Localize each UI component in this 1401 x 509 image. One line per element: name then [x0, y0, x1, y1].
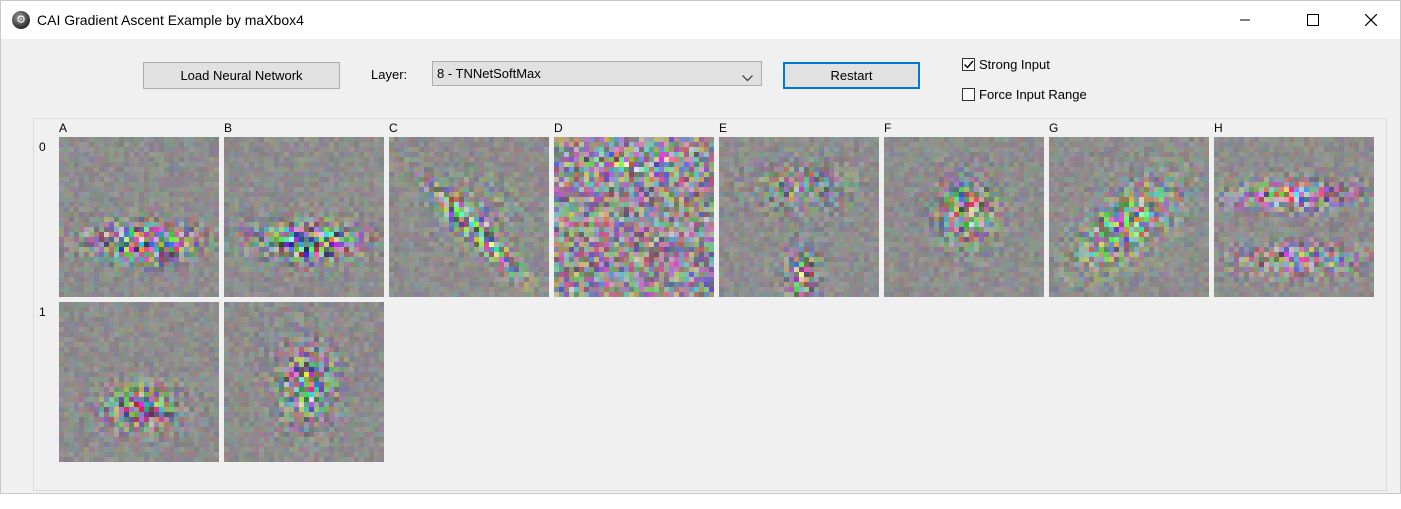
column-label-c: C: [389, 121, 398, 135]
minimize-icon[interactable]: [1222, 1, 1268, 39]
maximize-icon[interactable]: [1290, 1, 1336, 39]
strong-input-label: Strong Input: [979, 57, 1050, 72]
strong-input-check-icon[interactable]: [962, 58, 975, 71]
layer-label: Layer:: [371, 67, 408, 82]
column-label-a: A: [59, 121, 68, 135]
load-network-button[interactable]: Load Neural Network: [143, 62, 340, 89]
row-label-1: 1: [39, 305, 46, 319]
neuron-image-0-e: [719, 137, 879, 297]
column-label-g: G: [1049, 121, 1059, 135]
column-label-h: H: [1214, 121, 1223, 135]
main-window: ⚙ CAI Gradient Ascent Example by maXbox4…: [0, 0, 1401, 494]
neuron-image-0-h: [1214, 137, 1374, 297]
neuron-image-0-g: [1049, 137, 1209, 297]
window-title: CAI Gradient Ascent Example by maXbox4: [37, 12, 304, 28]
close-icon[interactable]: [1348, 1, 1394, 39]
neuron-image-0-f: [884, 137, 1044, 297]
row-label-0: 0: [39, 140, 46, 154]
force-input-range-checkbox[interactable]: Force Input Range: [962, 87, 1087, 102]
column-label-f: F: [884, 121, 892, 135]
column-label-b: B: [224, 121, 233, 135]
neuron-image-0-d: [554, 137, 714, 297]
neuron-image-1-b: [224, 302, 384, 462]
restart-button[interactable]: Restart: [783, 62, 920, 89]
force-input-range-label: Force Input Range: [979, 87, 1087, 102]
column-label-d: D: [554, 121, 563, 135]
neuron-image-1-a: [59, 302, 219, 462]
neuron-image-0-c: [389, 137, 549, 297]
force-range-check-icon[interactable]: [962, 88, 975, 101]
neuron-image-0-a: [59, 137, 219, 297]
strong-input-checkbox[interactable]: Strong Input: [962, 57, 1050, 72]
layer-select-value: 8 - TNNetSoftMax: [437, 66, 541, 81]
status-strip: [0, 494, 1401, 509]
neuron-image-0-b: [224, 137, 384, 297]
chevron-down-icon: [742, 70, 753, 85]
app-gear-icon: ⚙: [12, 11, 30, 29]
layer-select[interactable]: 8 - TNNetSoftMax: [432, 61, 762, 86]
title-bar[interactable]: ⚙ CAI Gradient Ascent Example by maXbox4: [1, 1, 1400, 39]
column-label-e: E: [719, 121, 728, 135]
